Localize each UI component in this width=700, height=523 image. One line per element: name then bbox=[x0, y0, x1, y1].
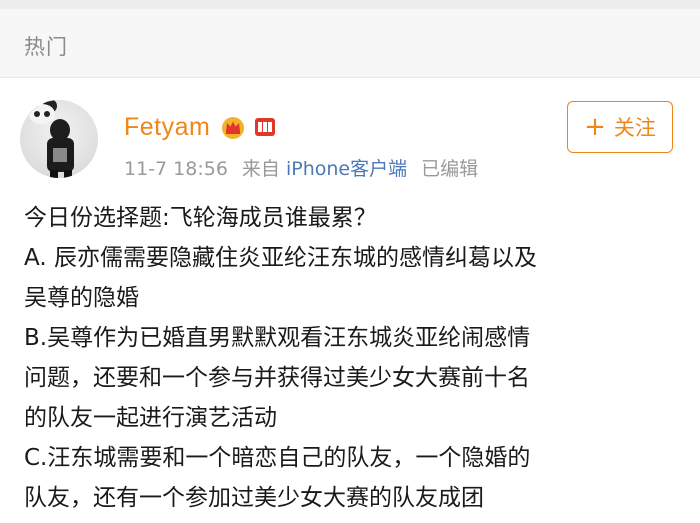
content-line: 吴尊的隐婚 bbox=[24, 285, 139, 311]
content-line: A. 辰亦儒需要隐藏住炎亚纶汪东城的感情纠葛以及 bbox=[24, 245, 537, 271]
gift-badge-icon[interactable] bbox=[254, 116, 276, 138]
content-line: B.吴尊作为已婚直男默默观看汪东城炎亚纶闹感情 bbox=[24, 325, 531, 351]
avatar[interactable] bbox=[20, 100, 98, 178]
username-row: Fetyam bbox=[124, 110, 276, 144]
section-header: 热门 bbox=[0, 9, 700, 78]
section-title: 热门 bbox=[24, 35, 68, 59]
post-content: 今日份选择题:飞轮海成员谁最累？ A. 辰亦儒需要隐藏住炎亚纶汪东城的感情纠葛以… bbox=[24, 198, 684, 518]
username[interactable]: Fetyam bbox=[124, 113, 210, 142]
crown-vip-icon[interactable] bbox=[220, 115, 246, 139]
avatar-figure-icon bbox=[25, 100, 74, 178]
content-line: 队友，还有一个参加过美少女大赛的队友成团 bbox=[24, 485, 484, 511]
content-line: 问题，还要和一个参与并获得过美少女大赛前十名 bbox=[24, 365, 530, 391]
post-meta: 11-7 18:56 来自 iPhone客户端 已编辑 bbox=[124, 154, 478, 181]
follow-button[interactable]: + 关注 bbox=[567, 101, 673, 153]
plus-icon: + bbox=[584, 112, 606, 142]
source-prefix: 来自 bbox=[241, 158, 280, 180]
follow-label: 关注 bbox=[613, 116, 656, 140]
edited-label[interactable]: 已编辑 bbox=[421, 158, 478, 180]
content-line: 的队友一起进行演艺活动 bbox=[24, 405, 277, 431]
content-line: 今日份选择题:飞轮海成员谁最累？ bbox=[24, 205, 377, 231]
content-line: C.汪东城需要和一个暗恋自己的队友，一个隐婚的 bbox=[24, 445, 531, 471]
post-timestamp: 11-7 18:56 bbox=[124, 158, 228, 180]
top-divider-strip bbox=[0, 0, 700, 9]
weibo-post-card: Fetyam 11-7 18:56 来自 iPhone客户端 已编辑 + 关注 今日… bbox=[0, 78, 700, 523]
source-link[interactable]: iPhone客户端 bbox=[286, 158, 407, 180]
